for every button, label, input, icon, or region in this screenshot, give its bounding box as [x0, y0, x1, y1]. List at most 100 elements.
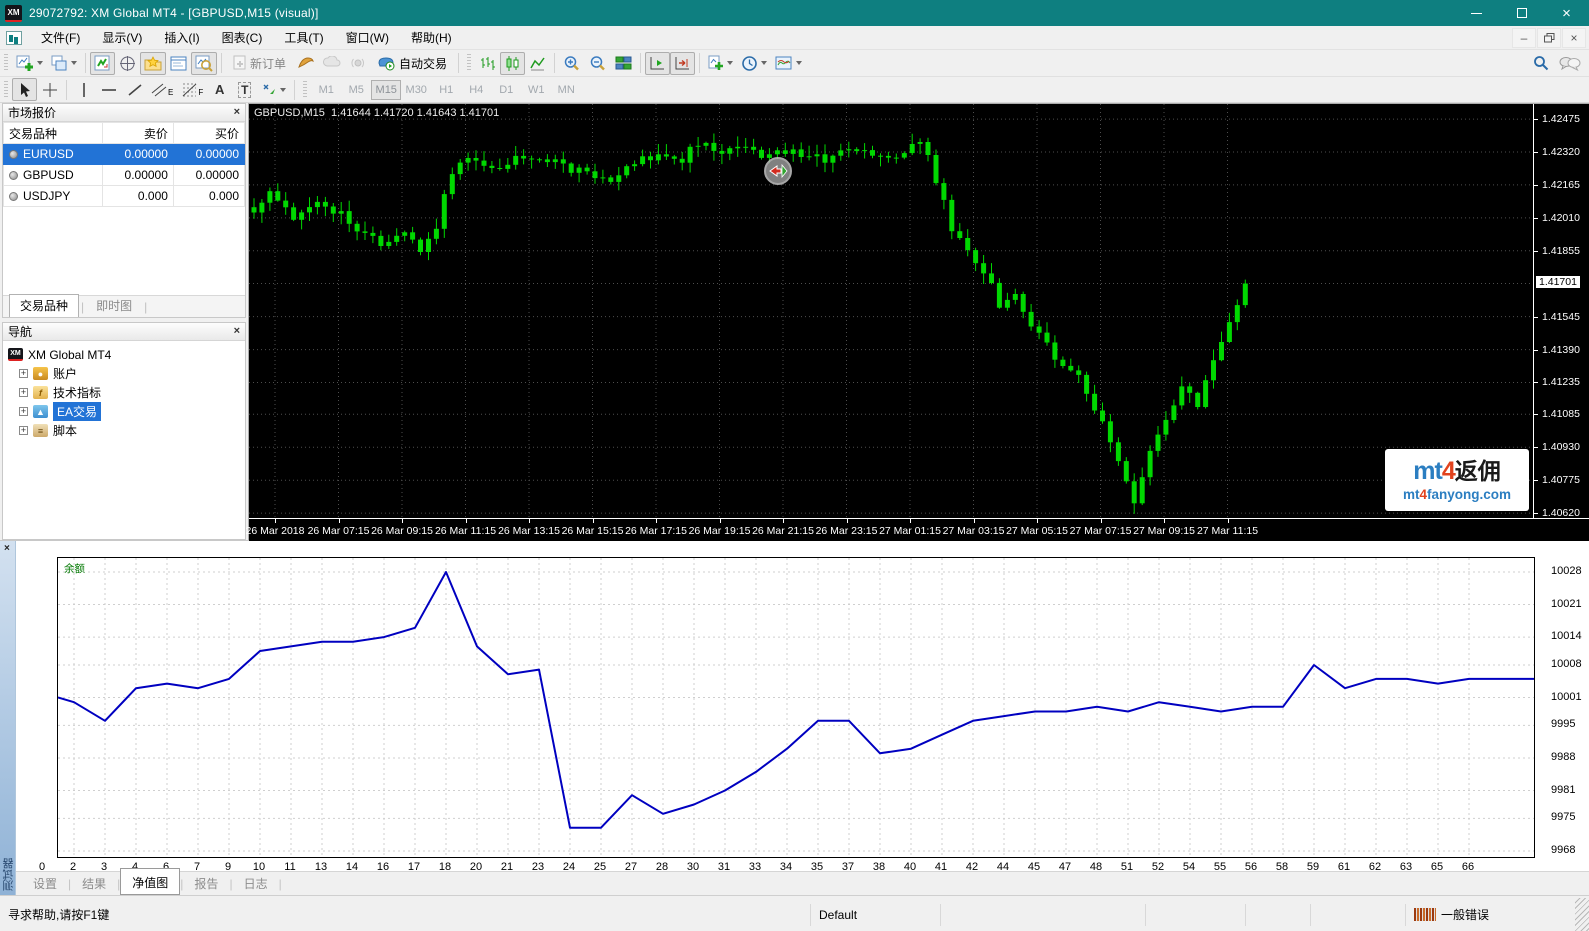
community-chat-icon[interactable]	[1559, 56, 1581, 71]
data-window-button[interactable]	[115, 52, 140, 75]
alerts-button[interactable]	[345, 52, 370, 75]
timeframe-d1-button[interactable]: D1	[491, 80, 521, 100]
menu-charts[interactable]: 图表(C)	[211, 26, 274, 49]
menu-help[interactable]: 帮助(H)	[400, 26, 463, 49]
toolbar-grip[interactable]	[467, 54, 471, 72]
column-symbol[interactable]: 交易品种	[4, 123, 103, 144]
maximize-button[interactable]	[1499, 0, 1544, 26]
navigator-button[interactable]	[140, 52, 166, 75]
indicators-folder-icon: f	[33, 386, 48, 399]
tab-symbols[interactable]: 交易品种	[9, 294, 79, 317]
candlestick-chart[interactable]: GBPUSD,M15 1.41644 1.41720 1.41643 1.417…	[249, 104, 1533, 518]
text-label-tool-button[interactable]: T	[232, 78, 257, 101]
expand-icon[interactable]: +	[19, 369, 28, 378]
market-watch-tabs: 交易品种 | 即时图 |	[3, 295, 245, 317]
market-watch-close-icon[interactable]: ×	[234, 107, 240, 118]
toolbar-grip[interactable]	[4, 81, 8, 99]
equity-chart[interactable]: 余额	[57, 557, 1535, 858]
navigator-close-icon[interactable]: ×	[234, 326, 240, 337]
tester-side-strip[interactable]: × 测试器	[0, 541, 16, 895]
periods-button[interactable]	[737, 52, 771, 75]
strategy-tester-button[interactable]	[191, 52, 217, 75]
column-bid[interactable]: 卖价	[102, 123, 173, 144]
price-axis[interactable]: 1.424751.423201.421651.420101.418551.415…	[1533, 104, 1589, 518]
table-row[interactable]: USDJPY 0.000 0.000	[4, 186, 245, 207]
timeframe-h1-button[interactable]: H1	[431, 80, 461, 100]
timeframe-m1-button[interactable]: M1	[311, 80, 341, 100]
market-watch-button[interactable]	[90, 52, 115, 75]
vertical-line-tool-button[interactable]	[71, 78, 96, 101]
chart-shift-button[interactable]	[670, 52, 695, 75]
tab-report[interactable]: 报告	[183, 872, 229, 895]
tree-root[interactable]: XM XM Global MT4	[8, 345, 245, 364]
expand-icon[interactable]: +	[19, 388, 28, 397]
toolbar-grip[interactable]	[4, 54, 8, 72]
equity-y-label: 10014	[1551, 630, 1582, 642]
timeframe-h4-button[interactable]: H4	[461, 80, 491, 100]
tree-item-indicators[interactable]: + f 技术指标	[8, 383, 245, 402]
new-chart-button[interactable]	[12, 52, 47, 75]
menu-window[interactable]: 窗口(W)	[335, 26, 400, 49]
fibonacci-tool-button[interactable]: F	[177, 78, 207, 101]
terminal-button[interactable]	[166, 52, 191, 75]
timeframe-m5-button[interactable]: M5	[341, 80, 371, 100]
table-row[interactable]: GBPUSD 0.00000 0.00000	[4, 165, 245, 186]
mdi-restore-button[interactable]	[1537, 28, 1561, 48]
metaeditor-button[interactable]	[293, 52, 319, 75]
tab-equity-graph[interactable]: 净值图	[120, 868, 180, 895]
column-ask[interactable]: 买价	[173, 123, 244, 144]
chart-window-icon[interactable]	[6, 31, 22, 45]
mdi-minimize-button[interactable]: –	[1512, 28, 1536, 48]
indicators-button[interactable]	[704, 52, 737, 75]
cursor-tool-button[interactable]	[12, 78, 37, 101]
menu-tools[interactable]: 工具(T)	[273, 26, 334, 49]
status-connection[interactable]: 一般错误	[1405, 904, 1575, 926]
expand-icon[interactable]: +	[19, 426, 28, 435]
tab-journal[interactable]: 日志	[233, 872, 279, 895]
mdi-close-button[interactable]: ×	[1562, 28, 1586, 48]
candlestick-chart-button[interactable]	[500, 52, 525, 75]
timeframe-w1-button[interactable]: W1	[521, 80, 551, 100]
tree-item-scripts[interactable]: + ≡ 脚本	[8, 421, 245, 440]
profiles-button[interactable]	[47, 52, 81, 75]
trendline-tool-button[interactable]	[122, 78, 147, 101]
tile-windows-button[interactable]	[611, 52, 636, 75]
arrows-tool-button[interactable]	[257, 78, 290, 101]
horizontal-line-tool-button[interactable]	[96, 78, 122, 101]
templates-button[interactable]	[771, 52, 806, 75]
timeframe-mn-button[interactable]: MN	[551, 80, 581, 100]
tab-results[interactable]: 结果	[71, 872, 117, 895]
menu-file[interactable]: 文件(F)	[30, 26, 91, 49]
crosshair-tool-button[interactable]	[37, 78, 62, 101]
text-tool-button[interactable]: A	[207, 78, 232, 101]
menu-insert[interactable]: 插入(I)	[153, 26, 210, 49]
toolbar-grip[interactable]	[303, 81, 307, 99]
chart-window[interactable]: GBPUSD,M15 1.41644 1.41720 1.41643 1.417…	[248, 103, 1589, 540]
line-chart-button[interactable]	[525, 52, 550, 75]
zoom-in-button[interactable]	[559, 52, 585, 75]
timeframe-m30-button[interactable]: M30	[401, 80, 431, 100]
tester-close-icon[interactable]: ×	[4, 544, 10, 554]
time-axis[interactable]: 26 Mar 201826 Mar 07:1526 Mar 09:1526 Ma…	[249, 518, 1589, 541]
status-profile[interactable]: Default	[810, 904, 940, 926]
tab-tick-chart[interactable]: 即时图	[86, 295, 142, 317]
equidistant-channel-tool-button[interactable]: E	[147, 78, 177, 101]
autotrading-button[interactable]: 自动交易	[370, 52, 454, 75]
expand-icon[interactable]: +	[19, 407, 28, 416]
chat-button[interactable]	[319, 52, 345, 75]
tree-item-expert-advisors[interactable]: + ▲ EA交易	[8, 402, 245, 421]
tree-item-accounts[interactable]: + ● 账户	[8, 364, 245, 383]
bar-chart-button[interactable]	[475, 52, 500, 75]
zoom-in-icon	[563, 55, 581, 72]
table-row[interactable]: EURUSD 0.00000 0.00000	[4, 144, 245, 165]
auto-scroll-button[interactable]	[645, 52, 670, 75]
resize-grip[interactable]	[1575, 898, 1589, 931]
search-icon[interactable]	[1533, 55, 1549, 71]
minimize-button[interactable]	[1454, 0, 1499, 26]
menu-view[interactable]: 显示(V)	[91, 26, 153, 49]
timeframe-m15-button[interactable]: M15	[371, 80, 401, 100]
new-order-button[interactable]: 新订单	[226, 52, 293, 75]
tab-settings[interactable]: 设置	[22, 872, 68, 895]
close-button[interactable]: ×	[1544, 0, 1589, 26]
zoom-out-button[interactable]	[585, 52, 611, 75]
